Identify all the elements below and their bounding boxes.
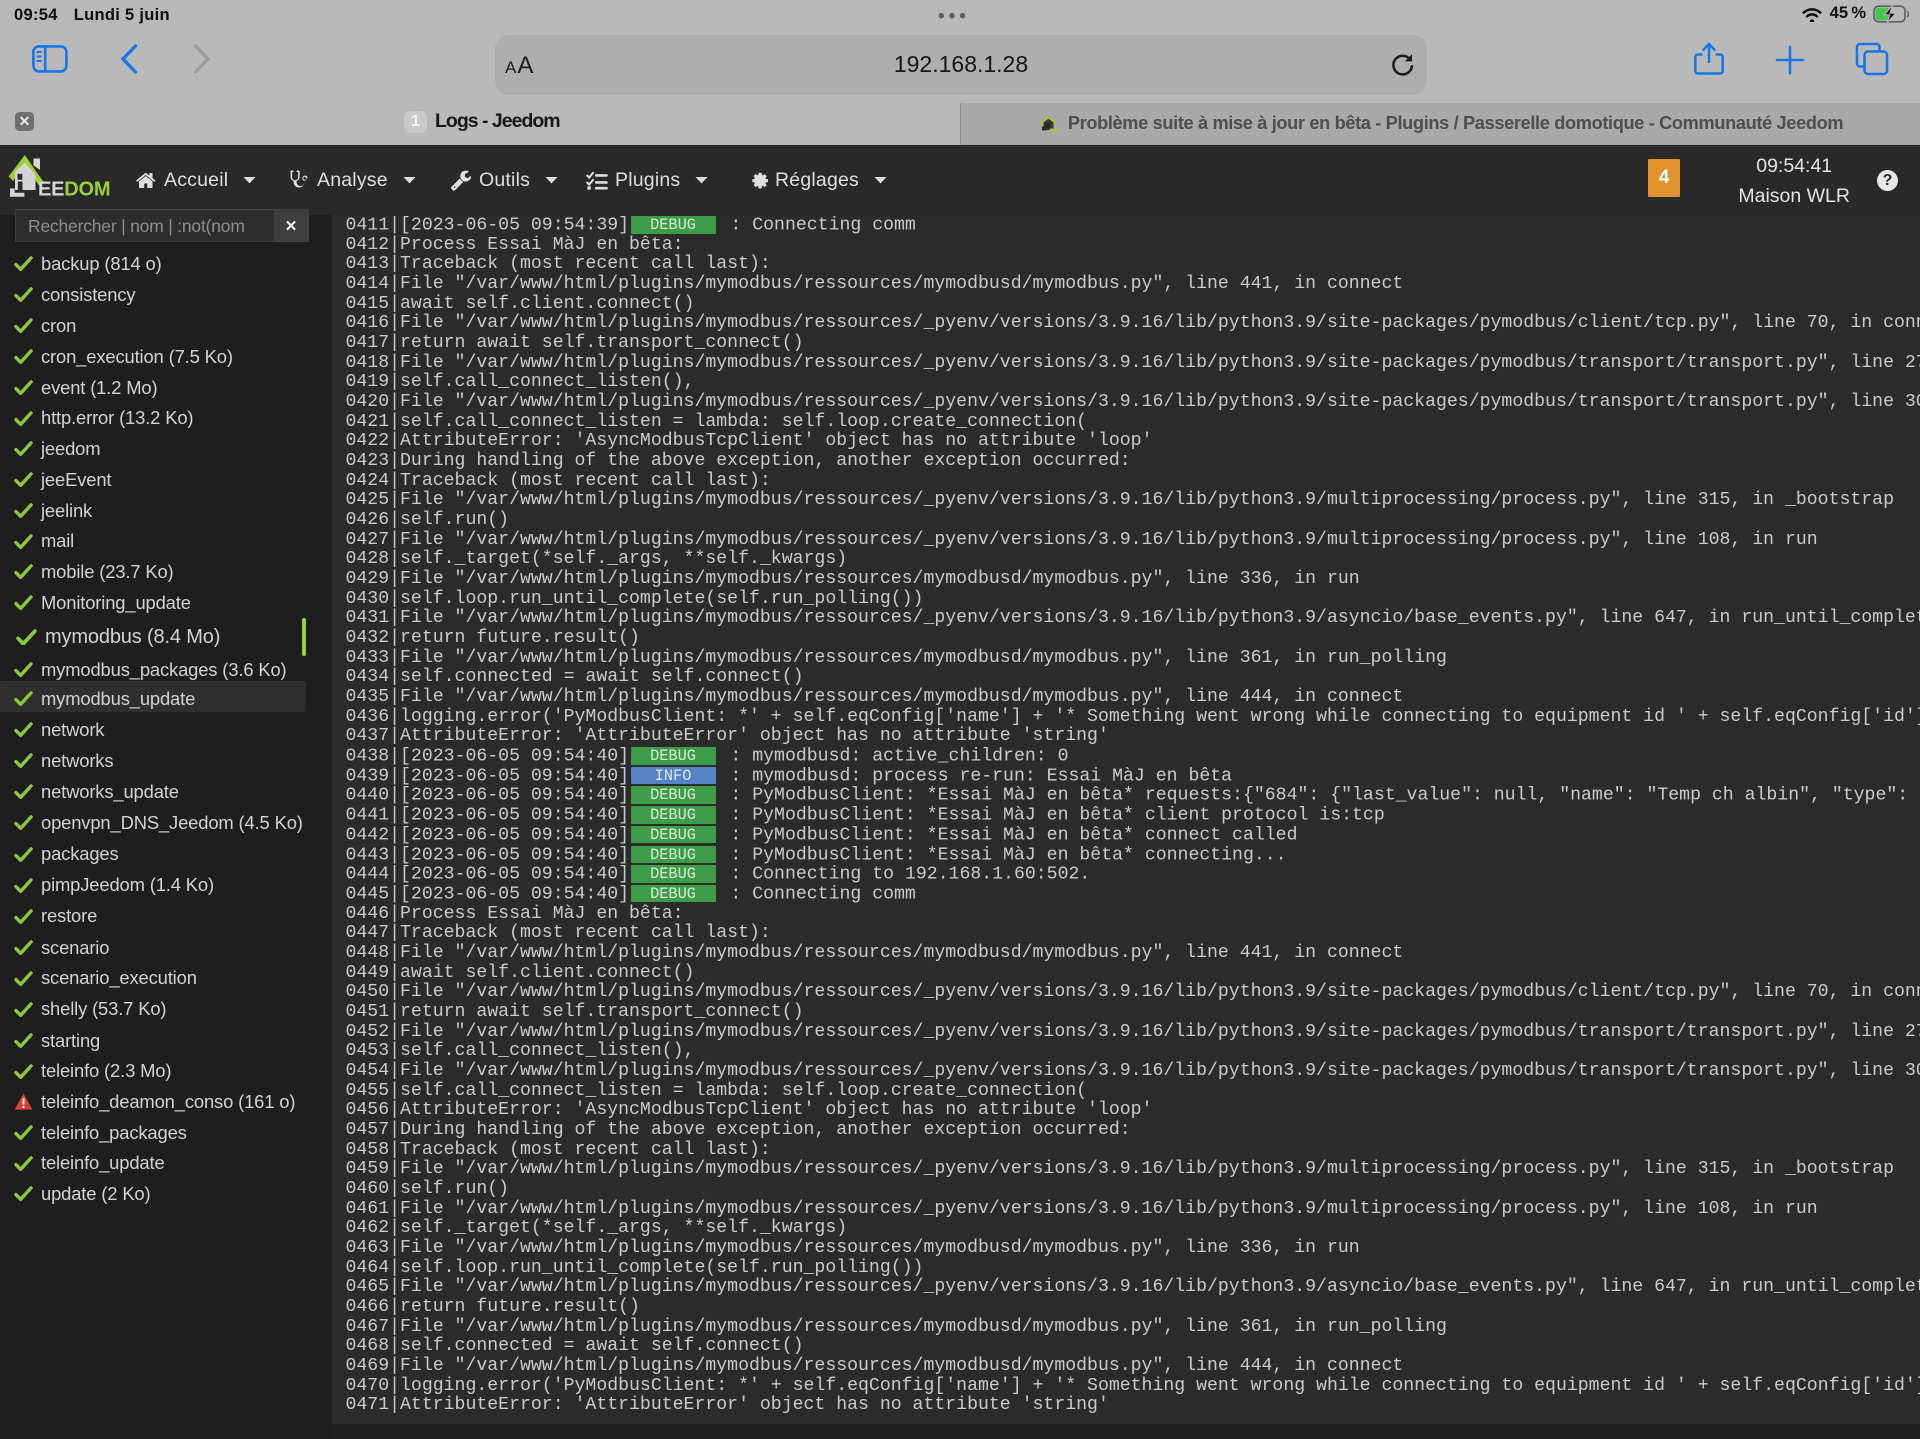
svg-text:EEDOM: EEDOM [38,179,110,201]
